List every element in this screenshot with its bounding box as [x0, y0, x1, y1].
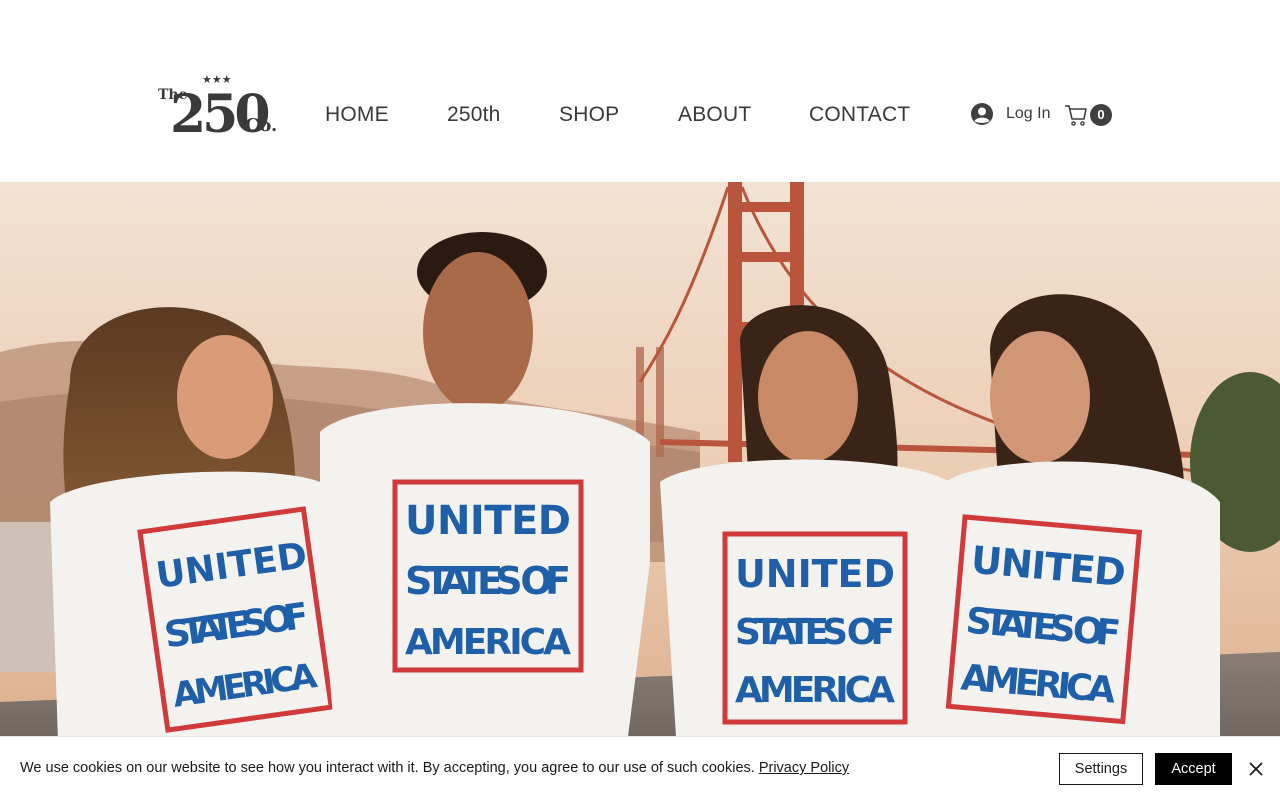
- svg-text:AMERICA: AMERICA: [405, 622, 571, 663]
- cookie-accept-button[interactable]: Accept: [1155, 753, 1232, 785]
- cookie-message: We use cookies on our website to see how…: [20, 760, 849, 776]
- svg-text:STATES OF: STATES OF: [405, 559, 571, 603]
- nav-contact[interactable]: CONTACT: [809, 100, 910, 130]
- shirt-graphic-3: UNITED STATES OF AMERICA: [722, 531, 908, 725]
- close-icon[interactable]: [1246, 759, 1266, 779]
- cookie-banner: We use cookies on our website to see how…: [0, 736, 1280, 800]
- nav-250th[interactable]: 250th: [447, 100, 501, 130]
- svg-text:AMERICA: AMERICA: [735, 670, 895, 711]
- site-header: ★★★ The 250 Co. HOME 250th SHOP ABOUT CO…: [0, 0, 1280, 182]
- login-label: Log In: [1006, 105, 1051, 122]
- svg-text:UNITED: UNITED: [735, 552, 895, 596]
- shirt-graphic-2: UNITED STATES OF AMERICA: [392, 479, 584, 673]
- cart-button[interactable]: 0: [1064, 101, 1114, 129]
- svg-text:UNITED: UNITED: [405, 498, 571, 544]
- cart-count-badge: 0: [1090, 104, 1112, 126]
- nav-home[interactable]: HOME: [325, 100, 389, 130]
- cookie-settings-button[interactable]: Settings: [1059, 753, 1143, 785]
- cookie-message-text: We use cookies on our website to see how…: [20, 760, 759, 776]
- user-avatar-icon: [971, 103, 993, 125]
- nav-shop[interactable]: SHOP: [559, 100, 619, 130]
- privacy-policy-link[interactable]: Privacy Policy: [759, 760, 849, 776]
- svg-text:STATES OF: STATES OF: [735, 612, 895, 653]
- logo-suffix: Co.: [245, 115, 277, 136]
- login-button[interactable]: Log In: [970, 102, 1050, 126]
- hero-image: UNITED STATES OF AMERICA UNITED STATES O…: [0, 182, 1280, 800]
- site-logo[interactable]: ★★★ The 250 Co.: [156, 70, 280, 138]
- nav-about[interactable]: ABOUT: [678, 100, 751, 130]
- shopping-cart-icon: [1065, 105, 1087, 126]
